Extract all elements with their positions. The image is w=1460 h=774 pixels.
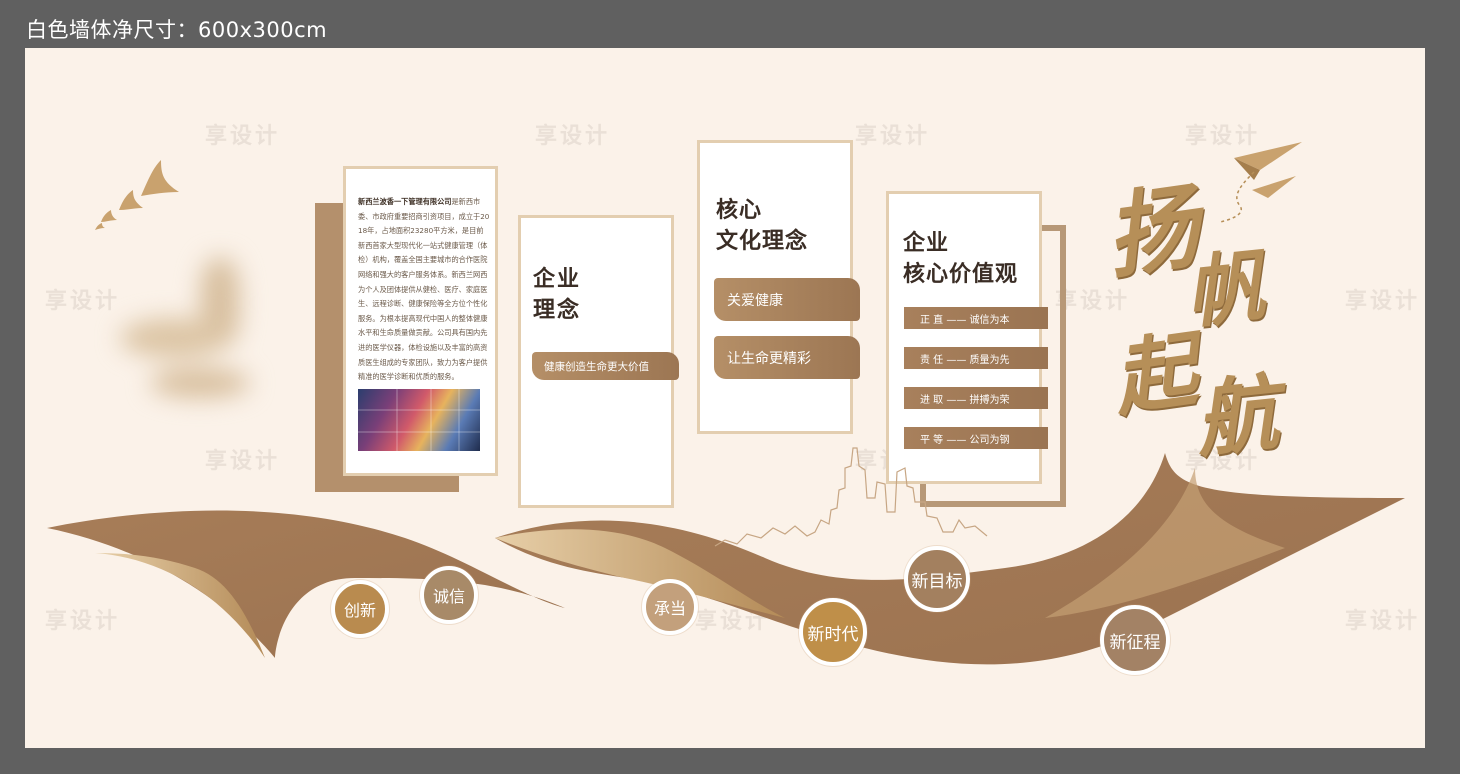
culture-tab: 关爱健康 xyxy=(714,278,860,321)
slogan-char: 起 xyxy=(1107,321,1203,429)
panel-title-line: 企业 xyxy=(533,267,582,292)
milestone-circle: 承当 xyxy=(642,579,698,635)
dimension-label: 白色墙体净尺寸：600x300cm xyxy=(26,18,328,42)
slogan-char: 帆 xyxy=(1181,241,1269,340)
panel-title-line: 理念 xyxy=(533,298,582,323)
value-item: 进 取 —— 拼搏为荣 xyxy=(904,387,1048,409)
panel-title: 核心 文化理念 xyxy=(716,195,808,257)
culture-tab: 让生命更精彩 xyxy=(714,336,860,379)
paper-plane-icon xyxy=(1219,142,1302,223)
brush-decoration xyxy=(120,258,260,408)
panel-title: 企业 核心价值观 xyxy=(903,228,1018,290)
intro-text: 新西兰波香一下管理有限公司是新西市委、市政府重要招商引资项目，成立于2018年，… xyxy=(358,195,490,385)
milestone-circle: 新时代 xyxy=(799,598,867,666)
panel-title-line: 核心价值观 xyxy=(903,262,1019,287)
watermark: 享设计 xyxy=(855,124,931,149)
panel-title-line: 核心 xyxy=(716,198,763,223)
watermark: 享设计 xyxy=(45,289,121,314)
watermark: 享设计 xyxy=(1345,289,1421,314)
panel-title-line: 企业 xyxy=(903,231,950,256)
milestone-circle: 新目标 xyxy=(904,546,970,612)
milestone-circle: 新征程 xyxy=(1100,605,1170,675)
milestone-circle: 诚信 xyxy=(420,566,478,624)
concept-tab: 健康创造生命更大价值 xyxy=(532,352,679,380)
birds-icon xyxy=(95,160,179,230)
wave-ribbon xyxy=(47,447,1405,665)
panel-title: 企业 理念 xyxy=(533,264,581,326)
wall-canvas: 享设计 享设计 享设计 享设计 享设计 享设计 享设计 享设计 享设计 享设计 … xyxy=(25,48,1425,748)
company-name: 新西兰波香一下管理有限公司 xyxy=(358,197,452,206)
watermark: 享设计 xyxy=(205,124,281,149)
milestone-circle: 创新 xyxy=(331,580,389,638)
value-item: 责 任 —— 质量为先 xyxy=(904,347,1048,369)
watermark: 享设计 xyxy=(535,124,611,149)
intro-body: 是新西市委、市政府重要招商引资项目，成立于2018年，占地面积23280平方米，… xyxy=(358,197,490,382)
top-bar: 白色墙体净尺寸：600x300cm xyxy=(0,0,1460,48)
value-item: 正 直 —— 诚信为本 xyxy=(904,307,1048,329)
panel-title-line: 文化理念 xyxy=(716,229,809,254)
